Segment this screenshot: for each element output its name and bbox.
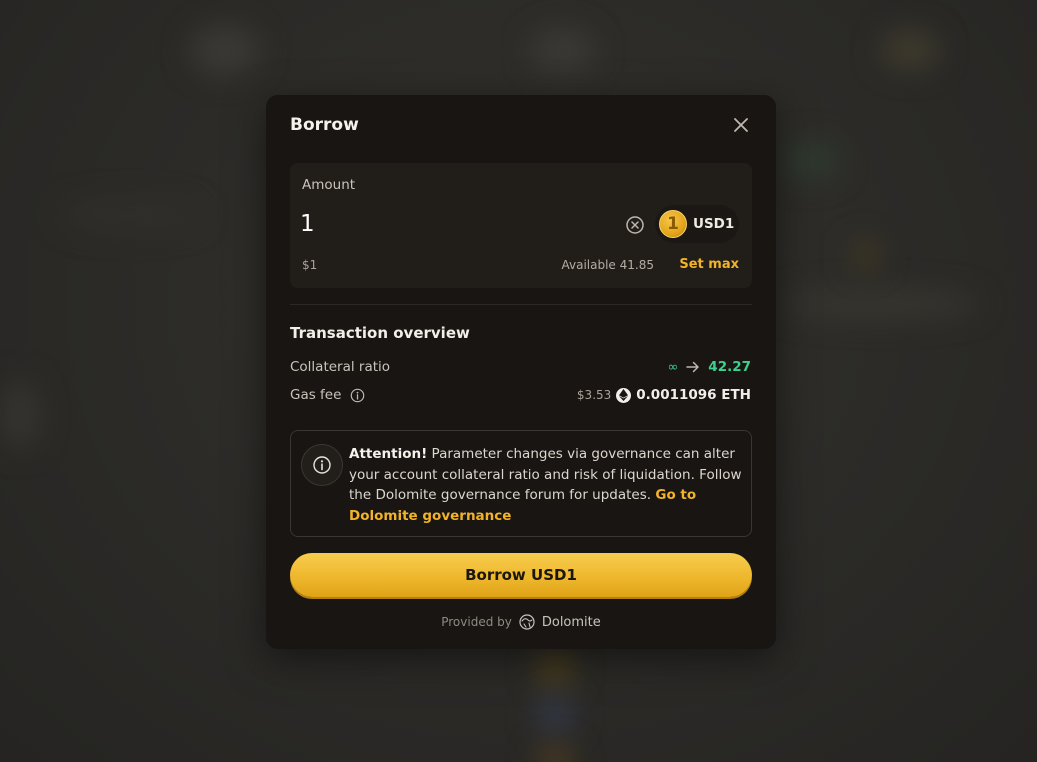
set-max-button[interactable]: Set max	[679, 257, 739, 272]
info-icon	[301, 444, 343, 486]
borrow-button[interactable]: Borrow USD1	[290, 553, 752, 597]
collateral-ratio-label: Collateral ratio	[290, 359, 391, 375]
divider	[290, 304, 752, 305]
amount-input[interactable]	[300, 207, 600, 241]
provider-name: Dolomite	[541, 614, 601, 630]
clear-amount-button[interactable]	[625, 215, 645, 235]
attention-notice: Attention! Parameter changes via governa…	[290, 430, 752, 537]
arrow-right-icon	[686, 361, 700, 373]
attention-text: Attention! Parameter changes via governa…	[349, 444, 744, 526]
overview-title: Transaction overview	[290, 324, 470, 342]
clear-icon	[626, 216, 644, 234]
token-selector[interactable]: 1 USD1	[655, 205, 739, 243]
provided-by: Provided by Dolomite	[266, 614, 776, 630]
attention-heading: Attention!	[349, 446, 428, 462]
modal-title: Borrow	[290, 115, 359, 135]
background-blur	[190, 25, 260, 75]
borrow-modal: Borrow Amount 1 USD1 $1 Available 41.85 …	[266, 95, 776, 649]
provided-by-label: Provided by	[441, 615, 512, 629]
background-blur	[850, 240, 880, 270]
gas-fee-info-icon[interactable]	[350, 388, 365, 403]
token-symbol: USD1	[693, 216, 735, 232]
dolomite-logo-icon	[519, 614, 535, 630]
amount-panel: Amount 1 USD1 $1 Available 41.85 Set max	[290, 163, 752, 288]
gas-fee-usd: $3.53	[576, 388, 612, 402]
amount-usd-value: $1	[302, 258, 318, 272]
background-blur	[535, 650, 575, 690]
amount-label: Amount	[302, 177, 356, 193]
close-button[interactable]	[730, 114, 752, 136]
collateral-ratio-to: 42.27	[708, 359, 751, 375]
gas-fee-value: $3.53 0.0011096 ETH	[577, 387, 751, 403]
background-blur	[780, 140, 840, 180]
background-blur	[535, 695, 575, 735]
available-label: Available	[561, 258, 616, 272]
gas-fee-label: Gas fee	[290, 387, 342, 403]
usd1-coin-icon: 1	[659, 210, 687, 238]
background-blur	[780, 290, 980, 318]
eth-icon	[616, 387, 632, 403]
gas-fee-eth: 0.0011096 ETH	[636, 387, 751, 403]
background-blur	[535, 745, 575, 762]
background-blur	[530, 28, 595, 73]
background-blur	[0, 380, 40, 450]
background-blur	[880, 30, 940, 70]
available-balance: Available 41.85	[561, 258, 654, 272]
collateral-ratio-from: ∞	[667, 359, 679, 375]
close-icon	[734, 118, 748, 132]
available-value: 41.85	[619, 258, 654, 272]
background-blur	[60, 200, 200, 230]
collateral-ratio-change: ∞ 42.27	[667, 359, 751, 375]
